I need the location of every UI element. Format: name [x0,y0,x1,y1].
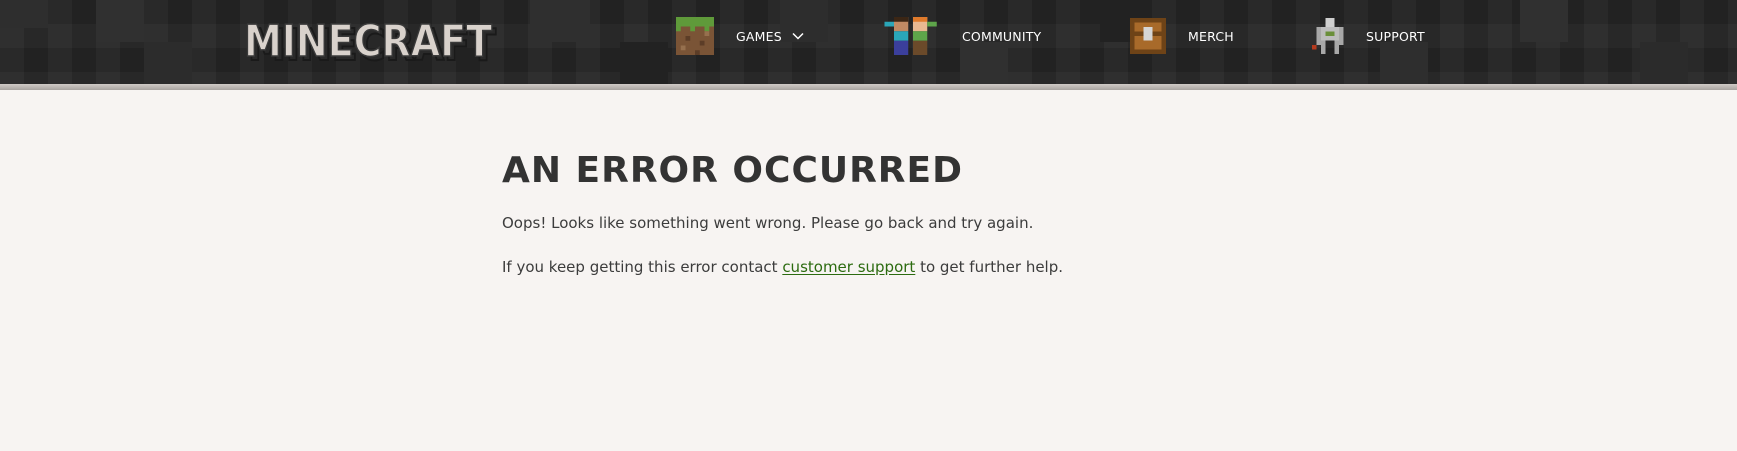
nav-games[interactable]: GAMES [676,16,804,56]
support-message: If you keep getting this error contact c… [502,258,1063,276]
site-header: MINECRAFT MINECRAFT GAMES COMMUNITY MERC… [0,0,1737,84]
nav-community[interactable]: COMMUNITY [884,16,1041,56]
minecraft-logo[interactable]: MINECRAFT MINECRAFT [244,18,500,66]
iron-golem-icon [1312,18,1344,54]
chevron-down-icon [792,32,804,40]
nav-merch-label: MERCH [1188,28,1234,44]
customer-support-link[interactable]: customer support [782,258,915,276]
logo-text: MINECRAFT [244,18,492,66]
grass-block-icon [676,17,714,55]
header-divider [0,84,1737,90]
support-message-prefix: If you keep getting this error contact [502,258,783,276]
nav-support[interactable]: SUPPORT [1312,16,1425,56]
steve-alex-icon [884,17,937,55]
nav-games-label: GAMES [736,28,782,44]
support-message-suffix: to get further help. [915,258,1064,276]
chest-icon [1130,18,1166,54]
nav-support-label: SUPPORT [1366,28,1425,44]
error-message: Oops! Looks like something went wrong. P… [502,214,1034,232]
nav-community-label: COMMUNITY [962,28,1042,44]
page-title: AN ERROR OCCURRED [502,150,964,191]
nav-merch[interactable]: MERCH [1130,16,1234,56]
